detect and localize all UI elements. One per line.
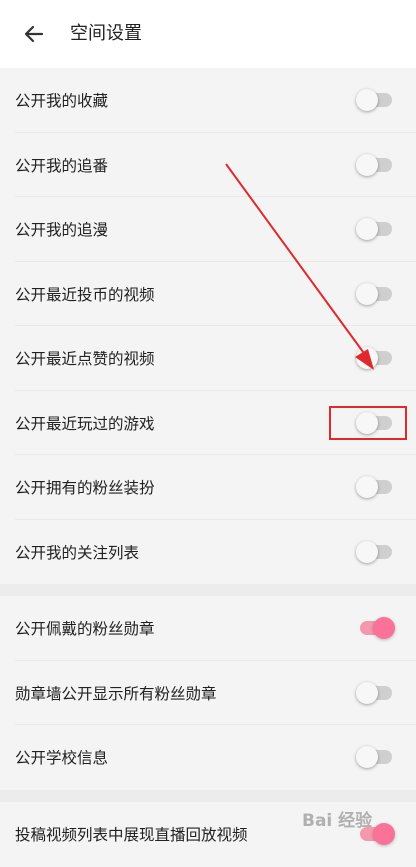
- watermark: Bai 经验: [302, 811, 373, 831]
- annotation-highlight-box: [329, 406, 407, 440]
